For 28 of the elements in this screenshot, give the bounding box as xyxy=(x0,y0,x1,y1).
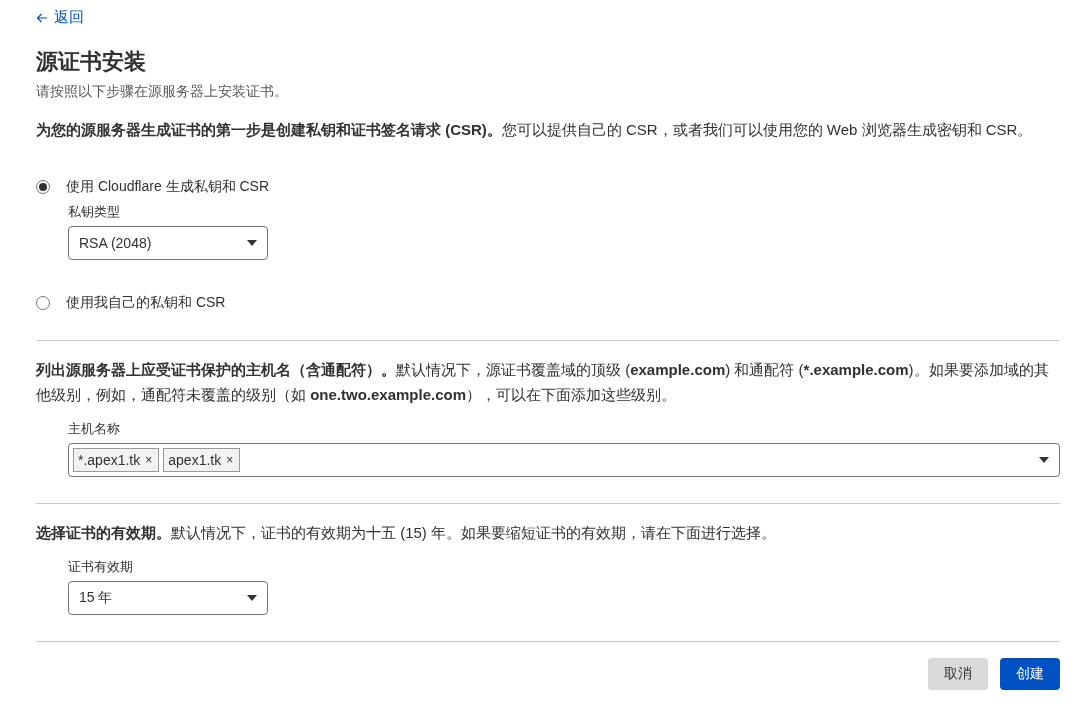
create-button[interactable]: 创建 xyxy=(1000,658,1060,690)
left-arrow-icon xyxy=(36,12,48,23)
radio-label: 使用 Cloudflare 生成私钥和 CSR xyxy=(66,178,270,196)
field-label: 主机名称 xyxy=(68,420,121,438)
caret-icon xyxy=(1039,457,1049,463)
hostname-input-field[interactable]: *.apex1.tk × apex1.tk × xyxy=(68,443,1060,477)
page-title: 源证书安装 xyxy=(36,48,147,76)
radio-button[interactable] xyxy=(36,180,50,194)
dropdown[interactable]: 15 年 xyxy=(68,581,268,615)
caret-icon xyxy=(247,595,257,601)
dropdown-value: RSA (2048) xyxy=(79,235,152,251)
tag-label: apex1.tk xyxy=(168,452,222,468)
dropdown-value: 15 年 xyxy=(79,589,113,607)
page-subtitle: 请按照以下步骤在源服务器上安装证书。 xyxy=(36,82,289,101)
field-label: 私钥类型 xyxy=(68,203,121,221)
description-text: 列出源服务器上应受证书保护的主机名（含通配符）。默认情况下，源证书覆盖域的顶级 (example.com) 和通配符 (*.example.com)。如果要添加域的其他级别，例如，通配符未覆盖的级别（如 one.two.example.com），可以在下面添加这些级别。 xyxy=(36,360,1050,405)
tag-label: *.apex1.tk xyxy=(78,452,141,468)
cancel-button[interactable]: 取消 xyxy=(928,658,988,690)
field-label: 证书有效期 xyxy=(68,558,134,576)
back-link[interactable]: 返回 xyxy=(36,8,84,27)
dropdown[interactable]: RSA (2048) xyxy=(68,226,268,260)
remove-tag-button[interactable]: × xyxy=(226,453,234,467)
remove-tag-button[interactable]: × xyxy=(145,453,153,467)
caret-icon xyxy=(247,240,257,246)
description-text: 为您的源服务器生成证书的第一步是创建私钥和证书签名请求 (CSR)。您可以提供自己的 CSR，或者我们可以使用您的 Web 浏览器生成密钥和 CSR。 xyxy=(36,120,1034,140)
radio-button[interactable] xyxy=(36,296,50,310)
radio-label: 使用我自己的私钥和 CSR xyxy=(66,294,226,312)
description-text: 选择证书的有效期。默认情况下，证书的有效期为十五 (15) 年。如果要缩短证书的有效期，请在下面进行选择。 xyxy=(36,523,777,543)
